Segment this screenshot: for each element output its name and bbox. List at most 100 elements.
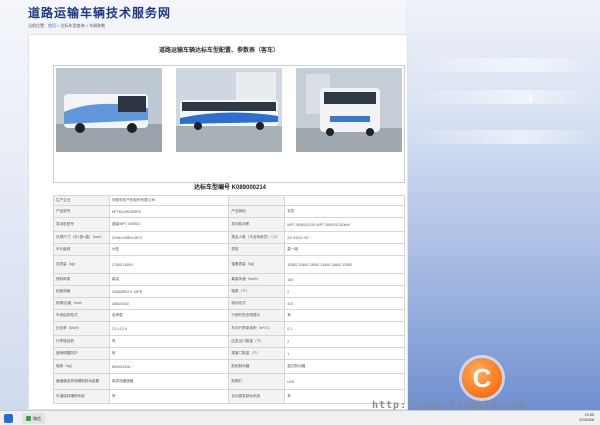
spec-label: 类型 (228, 243, 286, 256)
light-streak (405, 90, 600, 104)
spec-row: 总质量（kg） 17000,18000 整备质量（kg） 12500,12600,13… (53, 255, 405, 274)
spec-table: 生产企业 安徽安凯汽车股份有限公司 产品型号 HFF6120KDE5FB 产品商标 安凯发… (53, 195, 405, 404)
spec-row: 车道保持辅助系统有自动紧急制动系统有 (53, 389, 405, 404)
breadcrumb-prefix: 当前位置： (28, 23, 48, 28)
spec-value: 4×2 (284, 297, 405, 310)
spec-value: 2 (284, 335, 405, 348)
spec-row: 轮胎规格 295/80R22.5 16PR 轴数（个） 2 (53, 285, 405, 298)
taskbar-app-wechat[interactable]: 微信 (22, 413, 45, 424)
spec-value: 有 (108, 335, 230, 348)
start-menu-icon[interactable] (4, 414, 13, 423)
taskbar-clock[interactable]: 10:55 2024/5/8 (579, 413, 594, 423)
vehicle-photo-strip: 达标车型编号 K089000214 (53, 65, 405, 191)
spec-label: 行驶时安全带提示 (228, 309, 286, 322)
vehicle-photo-front[interactable] (56, 68, 162, 152)
spec-label: 车长级别 (53, 243, 110, 256)
spec-value: 6500/11500 (108, 359, 230, 374)
spec-row: 缓速器或其他辅助制动装置 电涡流缓速器 前照灯 LED (53, 373, 405, 390)
spec-value: 12500,12600,13000,13400,13600,12500 (284, 255, 405, 274)
spec-value: 100 (284, 273, 405, 286)
spec-label: 发动机功率 (228, 217, 286, 232)
spec-label: 乘坐人数（不含驾驶员）（人） (228, 231, 286, 244)
spec-label (228, 195, 286, 206)
spec-row: 比功率（kW/t） 13.4,12.9 车内行李架体积（m³/人） 0.1 (53, 321, 405, 336)
panel-title: 道路运输车辆达标车型配置、参数表（客车） (158, 48, 279, 54)
spec-label: 车身结构型式 (53, 309, 110, 322)
spec-label: 比功率（kW/t） (53, 321, 110, 336)
spec-value: 安徽安凯汽车股份有限公司 (108, 195, 230, 206)
spec-value: 盘式制动器 (284, 359, 405, 374)
spec-value: 13.4,12.9 (108, 321, 230, 336)
spec-value: 2 (284, 285, 405, 298)
watermark-letter: C (472, 363, 492, 393)
spec-value: 大型 (108, 243, 230, 256)
spec-label: 车道保持辅助系统 (53, 389, 110, 404)
spec-value: HFF6120KDE5FB (108, 205, 230, 218)
spec-value: 有 (108, 389, 230, 404)
spec-label: 应急出口数量（个） (228, 335, 286, 348)
spec-row: 外廓尺寸（长×宽×高）（mm） 11990×2550×3670 乘坐人数（不含驾驶员… (53, 231, 405, 244)
spec-label: 发动机型号 (53, 217, 110, 232)
spec-row: 燃料种类 柴油 最高车速（km/h） 100 (53, 273, 405, 286)
taskbar: 微信 10:55 2024/5/8 (0, 410, 600, 425)
wechat-icon (26, 416, 31, 421)
vehicle-photo-rear[interactable] (296, 68, 402, 152)
spec-value: 安凯 (284, 205, 405, 218)
spec-label: 最高车速（km/h） (228, 273, 286, 286)
spec-value: 24~51/24~50 (284, 231, 405, 244)
spec-row: 座椅侧翻防护有乘客门数量（个） 1 (53, 347, 405, 360)
spec-row: 车长级别 大型 类型 高一级 (53, 243, 405, 256)
spec-row: 前悬/后悬（mm） 2650/3340 驱动形式 4×2 (53, 297, 405, 310)
light-streak (405, 58, 600, 72)
spec-value: 1 (284, 347, 405, 360)
spec-label: 乘客门数量（个） (228, 347, 286, 360)
spec-row: 产品型号 HFF6120KDE5FB 产品商标 安凯 (53, 205, 405, 218)
spec-label: 外廓尺寸（长×宽×高）（mm） (53, 231, 110, 244)
spec-label: 产品商标 (228, 205, 286, 218)
spec-value: 295/80R22.5 16PR (108, 285, 230, 298)
cert-number: K089000214 (231, 185, 267, 191)
breadcrumb-home-link[interactable]: 首页 (48, 23, 56, 28)
spec-value: 2650/3340 (108, 297, 230, 310)
spec-value: 11990×2550×3670 (108, 231, 230, 244)
spec-value: 0.1 (284, 321, 405, 336)
spec-label: 车内行李架体积（m³/人） (228, 321, 286, 336)
spec-label: 燃料种类 (53, 273, 110, 286)
spec-label: 座椅侧翻防护 (53, 347, 110, 360)
taskbar-app-label: 微信 (33, 415, 41, 421)
spec-value: 柴油 (108, 273, 230, 286)
spec-row: 生产企业 安徽安凯汽车股份有限公司 (53, 195, 405, 206)
spec-row: 行李舱容积有应急出口数量（个） 2 (53, 335, 405, 348)
spec-row: 轴荷（kg） 6500/11500 前轮制动器 盘式制动器 (53, 359, 405, 374)
spec-label: 总质量（kg） (53, 255, 110, 274)
spec-value: LED (284, 373, 405, 390)
spec-label: 缓速器或其他辅助制动装置 (53, 373, 110, 390)
breadcrumb-rest: > 达标车型查询 > 车辆参数 (56, 23, 106, 28)
spec-label: 整备质量（kg） (228, 255, 286, 274)
spec-label: 轮胎规格 (53, 285, 110, 298)
cert-label: 达标车型编号 (193, 185, 230, 191)
spec-label: 前轮制动器 (228, 359, 286, 374)
certification-number-line: 达标车型编号 K089000214 (54, 182, 406, 191)
vehicle-photo-side[interactable] (176, 68, 282, 152)
spec-value: WP7.300E51/220,WP7.300E51/240kW (284, 217, 405, 232)
airplane-icon: ✈ (525, 92, 536, 106)
light-streak (405, 130, 600, 144)
spec-label: 行李舱容积 (53, 335, 110, 348)
spec-label: 前照灯 (228, 373, 286, 390)
spec-value: 有 (108, 347, 230, 360)
clock-date: 2024/5/8 (579, 418, 594, 422)
vehicle-detail-panel: 道路运输车辆达标车型配置、参数表（客车） 达标车型编号 K089000214 生… (28, 34, 408, 410)
spec-label: 产品型号 (53, 205, 110, 218)
spec-value: 全承载 (108, 309, 230, 322)
spec-label: 轴荷（kg） (53, 359, 110, 374)
spec-label: 自动紧急制动系统 (228, 389, 286, 404)
spec-row: 发动机型号 潍柴WP7.300E51 发动机功率 WP7.300E51/220,WP7… (53, 217, 405, 232)
watermark-logo: C (462, 358, 502, 398)
spec-row: 车身结构型式 全承载 行驶时安全带提示有 (53, 309, 405, 322)
background-banner: ✈ (405, 0, 600, 410)
spec-label: 驱动形式 (228, 297, 286, 310)
spec-value: 高一级 (284, 243, 405, 256)
spec-value: 电涡流缓速器 (108, 373, 230, 390)
site-title: 道路运输车辆技术服务网 (28, 6, 172, 20)
